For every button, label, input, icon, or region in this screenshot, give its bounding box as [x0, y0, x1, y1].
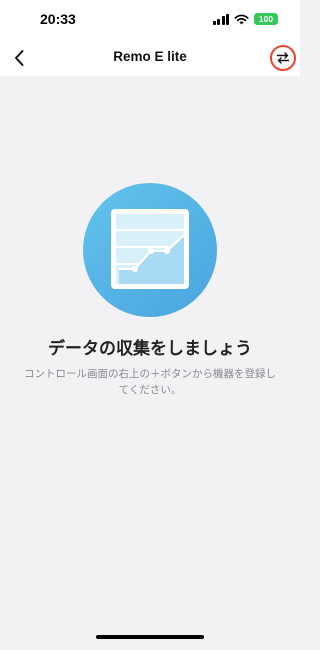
empty-state-description: コントロール画面の右上の＋ボタンから機器を登録してください。: [24, 368, 276, 396]
highlight-ring: [270, 45, 296, 71]
chart-icon: [111, 209, 189, 289]
back-button[interactable]: [6, 44, 32, 72]
navigation-bar: Remo E lite: [0, 40, 300, 76]
wifi-icon: [234, 14, 249, 24]
chevron-left-icon: [15, 50, 24, 66]
cellular-signal-icon: [212, 13, 229, 25]
battery-icon: 100: [254, 13, 278, 25]
empty-state-title: データの収集をしましょう: [48, 339, 252, 359]
status-time: 20:33: [40, 11, 76, 27]
switch-view-button[interactable]: [270, 45, 296, 71]
status-indicators: 100: [212, 12, 278, 26]
status-bar: 20:33 100: [0, 0, 300, 40]
page-title: Remo E lite: [113, 49, 187, 64]
home-indicator: [96, 635, 204, 639]
chart-illustration: [83, 183, 217, 317]
battery-level: 100: [258, 14, 274, 24]
content-area: [0, 76, 300, 650]
